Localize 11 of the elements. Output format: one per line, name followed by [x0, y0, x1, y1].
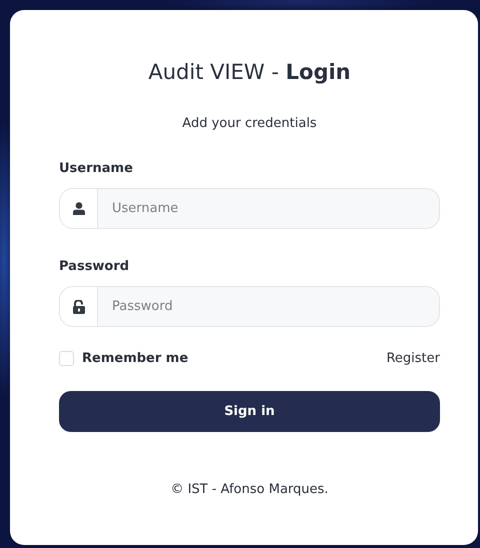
remember-checkbox[interactable] [59, 351, 74, 366]
field-label: Password [59, 259, 130, 274]
unlocked-padlock-icon [72, 300, 84, 314]
sign-in-button[interactable]: Sign in [59, 391, 440, 432]
checkbox-label: Remember me [82, 351, 188, 366]
user-icon [72, 202, 84, 215]
login-title: Audit VIEW - Login [148, 60, 351, 84]
field-label: Username [59, 161, 133, 176]
register-link[interactable]: Register [386, 351, 440, 366]
subtitle: Add your credentials [182, 116, 317, 131]
footer-text: © IST - Afonso Marques. [170, 482, 328, 497]
